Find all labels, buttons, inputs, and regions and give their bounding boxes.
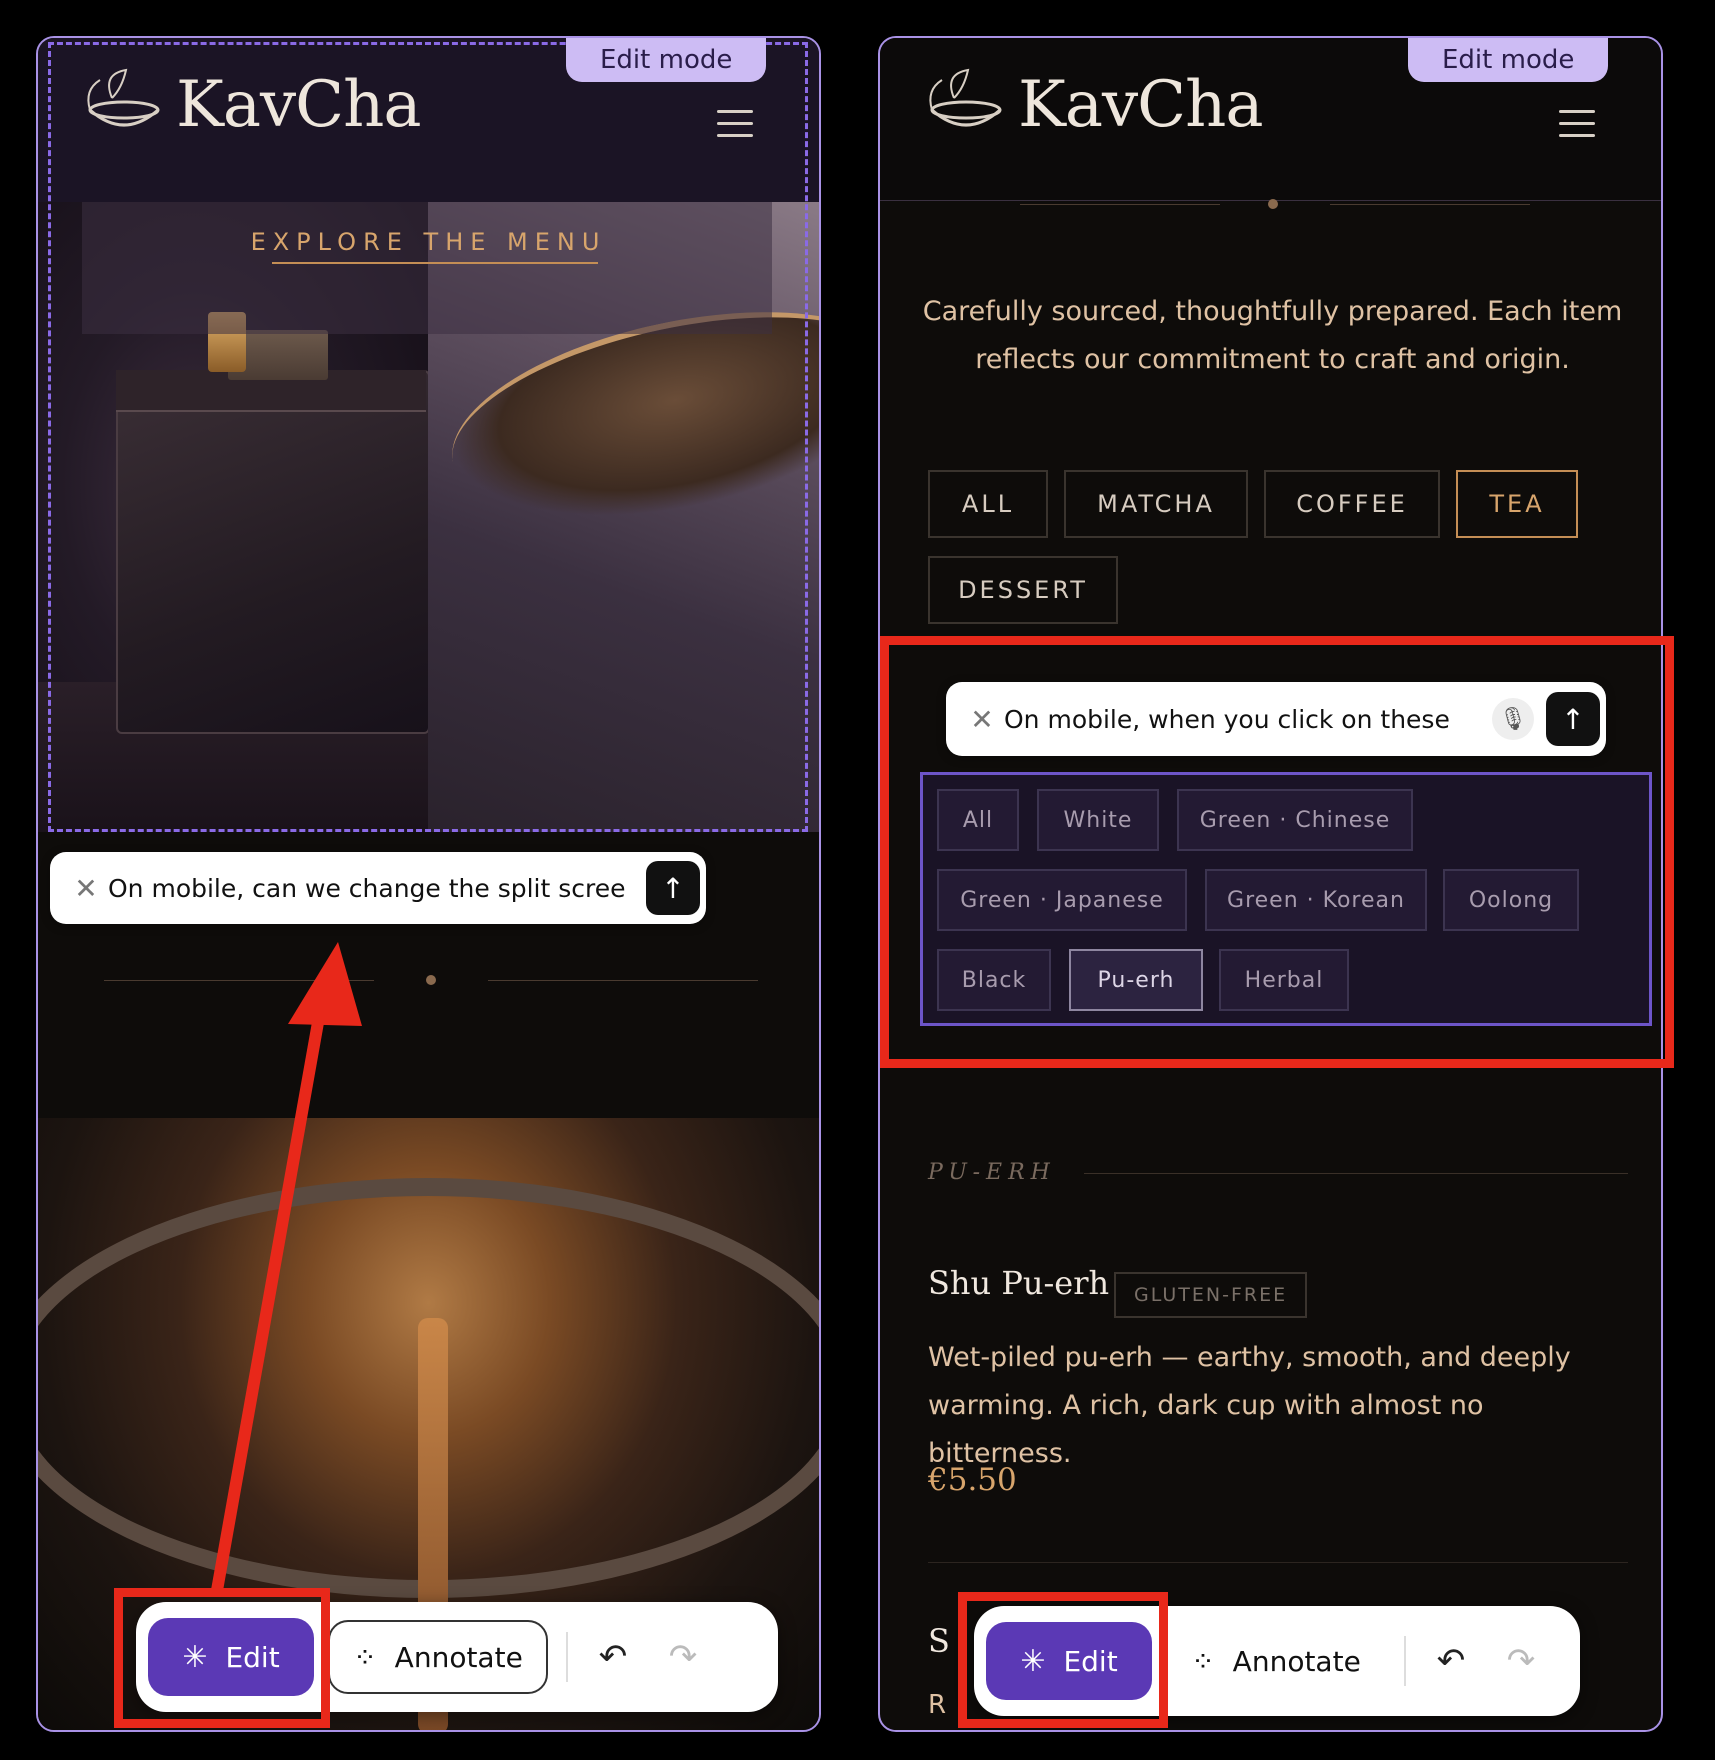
menu-item-name: Shu Pu-erh	[928, 1264, 1110, 1302]
subcategory-green-korean[interactable]: Green · Korean	[1205, 869, 1427, 931]
sparkle-cursor-icon: ✳	[1020, 1643, 1046, 1679]
divider-left	[1020, 204, 1220, 205]
subcategory-pu-erh[interactable]: Pu-erh	[1069, 949, 1203, 1011]
subcategory-green-chinese[interactable]: Green · Chinese	[1177, 789, 1413, 851]
annotate-nodes-icon: ⁘	[1191, 1644, 1215, 1678]
annotate-button[interactable]: ⁘ Annotate	[1166, 1624, 1386, 1698]
category-matcha[interactable]: MATCHA	[1064, 470, 1248, 538]
edit-toolbar: ✳ Edit ⁘ Annotate ↶ ↷	[136, 1602, 778, 1712]
redo-icon[interactable]: ↷	[648, 1637, 718, 1677]
menu-intro-text: Carefully sourced, thoughtfully prepared…	[922, 296, 1623, 375]
toolbar-separator	[566, 1632, 568, 1682]
prompt-input[interactable]: On mobile, when you click on these	[1004, 705, 1492, 734]
edit-button[interactable]: ✳ Edit	[986, 1622, 1152, 1700]
close-icon[interactable]: ✕	[960, 703, 1004, 736]
subcategory-oolong[interactable]: Oolong	[1443, 869, 1579, 931]
hamburger-menu-icon[interactable]	[1559, 110, 1595, 138]
undo-icon[interactable]: ↶	[578, 1637, 648, 1677]
tea-subcategory-filter: All White Green · Chinese Green · Japane…	[920, 772, 1652, 1026]
brand-logo[interactable]: KavCha	[82, 68, 421, 142]
edit-toolbar: ✳ Edit ⁘ Annotate ↶ ↷	[974, 1606, 1580, 1716]
subcategory-herbal[interactable]: Herbal	[1219, 949, 1349, 1011]
edit-prompt-pill[interactable]: ✕ On mobile, when you click on these 🎙 ↑	[946, 682, 1606, 756]
subcategory-black[interactable]: Black	[937, 949, 1051, 1011]
explore-menu-link[interactable]: EXPLORE THE MENU	[38, 228, 819, 256]
menu-item-price: €5.50	[928, 1462, 1017, 1498]
menu-item-description: Wet-piled pu-erh — earthy, smooth, and d…	[928, 1342, 1571, 1469]
menu-item-name-partial: S	[928, 1622, 950, 1660]
toolbar-separator	[1404, 1636, 1406, 1686]
section-rule	[1084, 1173, 1628, 1174]
annotate-button[interactable]: ⁘ Annotate	[328, 1620, 548, 1694]
divider-right	[1330, 204, 1530, 205]
tea-bowl-icon	[87, 68, 160, 127]
section-heading: PU-ERH	[928, 1160, 1056, 1185]
annotate-nodes-icon: ⁘	[353, 1640, 377, 1674]
divider-dot	[1268, 199, 1278, 209]
category-all[interactable]: ALL	[928, 470, 1048, 538]
menu-item-desc-partial: R	[928, 1690, 947, 1720]
redo-icon[interactable]: ↷	[1486, 1641, 1556, 1681]
divider-left	[104, 980, 374, 981]
subcategory-all[interactable]: All	[937, 789, 1019, 851]
hero-split-image: EXPLORE THE MENU	[38, 202, 819, 832]
microphone-icon[interactable]: 🎙	[1492, 698, 1534, 740]
sparkle-cursor-icon: ✳	[182, 1639, 208, 1675]
brand-name: KavCha	[176, 68, 421, 142]
brand-name: KavCha	[1018, 68, 1263, 142]
annotate-label: Annotate	[1232, 1644, 1361, 1678]
subcategory-white[interactable]: White	[1037, 789, 1159, 851]
hero-overlay	[82, 202, 772, 334]
edit-label: Edit	[1063, 1644, 1118, 1678]
divider-dot	[426, 975, 436, 985]
prompt-input[interactable]: On mobile, can we change the split scree	[108, 874, 646, 903]
category-tea[interactable]: TEA	[1456, 470, 1578, 538]
left-phone-panel: KavCha Edit mode EXPLORE THE MENU ✕ On m…	[36, 36, 821, 1732]
divider-right	[488, 980, 758, 981]
category-dessert[interactable]: DESSERT	[928, 556, 1118, 624]
category-coffee[interactable]: COFFEE	[1264, 470, 1440, 538]
edit-mode-tab: Edit mode	[566, 38, 767, 82]
undo-icon[interactable]: ↶	[1416, 1641, 1486, 1681]
edit-button[interactable]: ✳ Edit	[148, 1618, 314, 1696]
send-arrow-icon[interactable]: ↑	[646, 861, 700, 915]
annotate-label: Annotate	[394, 1640, 523, 1674]
subcategory-green-japanese[interactable]: Green · Japanese	[937, 869, 1187, 931]
explore-underline	[272, 262, 598, 264]
tea-bowl-icon	[929, 68, 1002, 127]
send-arrow-icon[interactable]: ↑	[1546, 692, 1600, 746]
right-phone-panel: KavCha Edit mode Carefully sourced, thou…	[878, 36, 1663, 1732]
item-divider	[928, 1562, 1628, 1563]
brand-logo[interactable]: KavCha	[924, 68, 1263, 142]
close-icon[interactable]: ✕	[64, 872, 108, 905]
hamburger-menu-icon[interactable]	[717, 110, 753, 138]
gluten-free-badge: GLUTEN-FREE	[1114, 1272, 1308, 1318]
edit-label: Edit	[225, 1640, 280, 1674]
edit-prompt-pill[interactable]: ✕ On mobile, can we change the split scr…	[50, 852, 706, 924]
edit-mode-tab: Edit mode	[1408, 38, 1609, 82]
